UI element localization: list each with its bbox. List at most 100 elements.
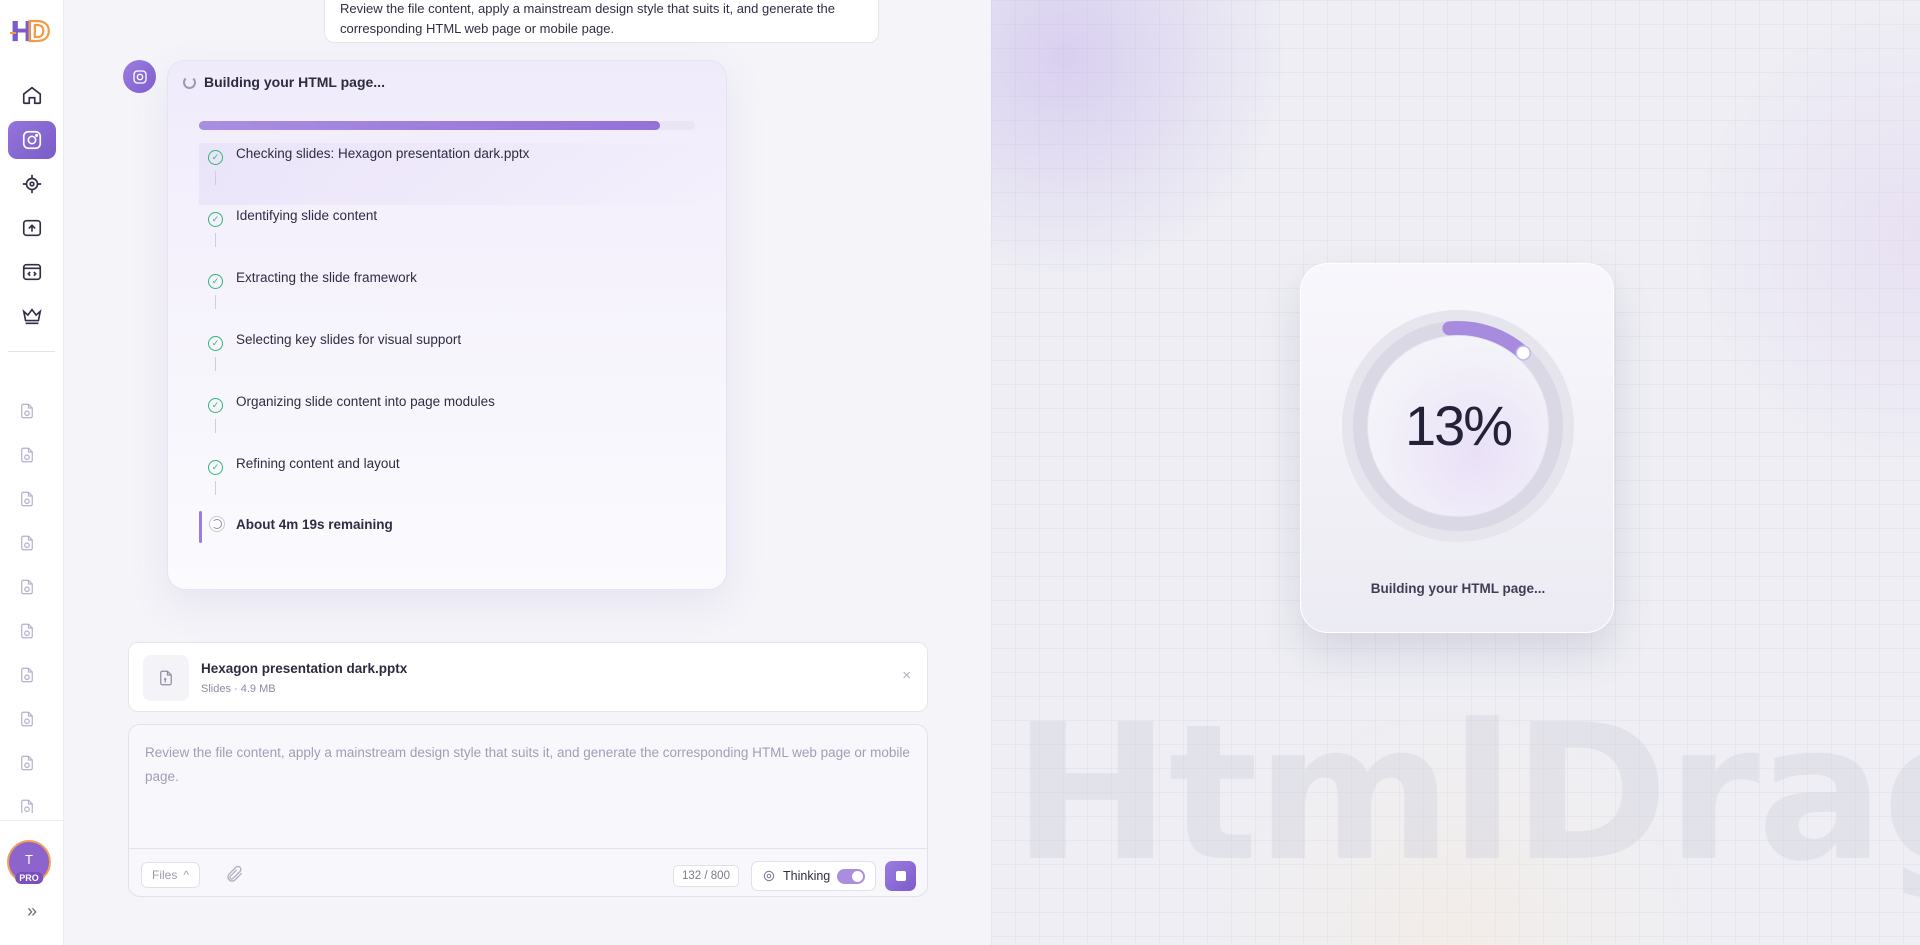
watermark: HtmlDrag <box>1013 684 1920 903</box>
check-circle-icon: ✓ <box>208 336 223 351</box>
svg-text:D: D <box>27 15 50 48</box>
check-circle-icon: ✓ <box>208 460 223 475</box>
nav-home-button[interactable] <box>8 76 56 114</box>
history-item[interactable] <box>16 576 38 598</box>
step-label: Selecting key slides for visual support <box>236 332 462 347</box>
history-item[interactable] <box>16 620 38 642</box>
loading-spinner-icon <box>209 516 225 532</box>
upload-icon <box>22 219 42 237</box>
nav-premium-button[interactable] <box>8 297 56 335</box>
character-counter: 132 / 800 <box>673 865 739 887</box>
paperclip-icon[interactable] <box>225 864 245 884</box>
code-window-icon <box>22 263 42 281</box>
step-connector <box>215 171 216 185</box>
progress-step: ✓ Identifying slide content <box>199 205 719 267</box>
file-icon <box>143 655 189 701</box>
nav-code-button[interactable] <box>8 253 56 291</box>
step-label: Organizing slide content into page modul… <box>236 394 495 409</box>
history-item[interactable] <box>16 796 38 813</box>
file-history-icon <box>21 711 33 727</box>
camera-icon <box>22 130 42 150</box>
file-history-icon <box>21 667 33 683</box>
prompt-input[interactable]: Review the file content, apply a mainstr… <box>145 741 915 789</box>
check-circle-icon: ✓ <box>208 398 223 413</box>
chevron-up-icon: ^ <box>183 868 189 882</box>
loading-status: Building your HTML page... <box>1370 581 1546 596</box>
step-label: Refining content and layout <box>236 456 400 471</box>
thinking-toggle[interactable]: Thinking <box>751 861 877 891</box>
progress-card-header: Building your HTML page... <box>183 74 385 90</box>
attached-file-meta: Slides · 4.9 MB <box>201 683 276 695</box>
history-item[interactable] <box>16 532 38 554</box>
progress-card-title: Building your HTML page... <box>204 74 385 90</box>
file-history-icon <box>21 755 33 771</box>
crosshair-icon <box>22 174 42 194</box>
check-circle-icon: ✓ <box>208 150 223 165</box>
build-progress-bar <box>199 121 695 130</box>
history-item[interactable] <box>16 752 38 774</box>
step-label: Identifying slide content <box>236 208 378 223</box>
check-circle-icon: ✓ <box>208 274 223 289</box>
thinking-label: Thinking <box>783 869 831 883</box>
file-history-icon <box>21 447 33 463</box>
attached-file-name: Hexagon presentation dark.pptx <box>201 661 408 676</box>
history-item[interactable] <box>16 664 38 686</box>
nav-upload-button[interactable] <box>8 209 56 247</box>
progress-step: ✓ Refining content and layout <box>199 453 719 515</box>
progress-steps: ✓ Checking slides: Hexagon presentation … <box>199 143 719 577</box>
step-connector <box>215 419 216 433</box>
crown-icon <box>22 308 42 325</box>
file-history-icon <box>21 623 33 639</box>
step-connector <box>215 357 216 371</box>
camera-icon <box>132 69 147 84</box>
history-item[interactable] <box>16 708 38 730</box>
nav-target-button[interactable] <box>8 165 56 203</box>
step-connector <box>215 233 216 247</box>
history-item[interactable] <box>16 400 38 422</box>
sidebar-bottom-divider <box>0 820 64 821</box>
step-connector <box>215 295 216 309</box>
progress-percent: 13% <box>1404 394 1513 457</box>
file-history-icon <box>21 579 33 595</box>
file-history-icon <box>21 403 33 419</box>
build-progress-card: Building your HTML page... ✓ Checking sl… <box>167 60 727 590</box>
progress-step: ✓ Selecting key slides for visual suppor… <box>199 329 719 391</box>
file-history-icon <box>21 535 33 551</box>
nav-generate-button[interactable] <box>8 121 56 159</box>
history-item[interactable] <box>16 444 38 466</box>
expand-sidebar-button[interactable]: » <box>21 900 43 922</box>
step-label: Extracting the slide framework <box>236 270 417 285</box>
composer-divider <box>129 848 927 849</box>
loading-spinner-icon <box>183 75 196 89</box>
progress-step: ✓ Checking slides: Hexagon presentation … <box>199 143 719 205</box>
check-circle-icon: ✓ <box>208 212 223 227</box>
sidebar-divider <box>8 351 55 352</box>
history-list <box>0 395 64 813</box>
files-label: Files <box>152 868 178 882</box>
brain-icon <box>763 870 775 882</box>
sidebar: H D T PRO » <box>0 0 64 945</box>
pro-badge: PRO <box>15 872 43 884</box>
app-logo[interactable]: H D <box>8 12 56 49</box>
progress-ring: 13% <box>1341 309 1575 543</box>
stop-generation-button[interactable] <box>885 861 916 891</box>
user-avatar[interactable]: T PRO <box>7 840 51 884</box>
remove-file-close-icon[interactable]: × <box>902 667 911 684</box>
progress-step: ✓ Organizing slide content into page mod… <box>199 391 719 453</box>
chat-panel: Review the file content, apply a mainstr… <box>64 0 991 945</box>
prompt-composer[interactable]: Review the file content, apply a mainstr… <box>128 724 928 897</box>
current-step-indicator <box>199 511 202 543</box>
step-label: Checking slides: Hexagon presentation da… <box>236 146 530 161</box>
file-history-icon <box>21 491 33 507</box>
thinking-switch[interactable] <box>837 868 866 884</box>
file-history-icon <box>21 799 33 813</box>
home-icon <box>22 86 42 105</box>
attached-file[interactable]: Hexagon presentation dark.pptx Slides · … <box>128 642 928 712</box>
step-connector <box>215 481 216 495</box>
progress-step-current: About 4m 19s remaining <box>199 511 719 577</box>
files-dropdown-button[interactable]: Files ^ <box>141 862 200 888</box>
history-item[interactable] <box>16 488 38 510</box>
progress-ring-handle <box>1515 345 1532 361</box>
assistant-avatar <box>123 60 156 93</box>
build-progress-fill <box>199 121 661 130</box>
